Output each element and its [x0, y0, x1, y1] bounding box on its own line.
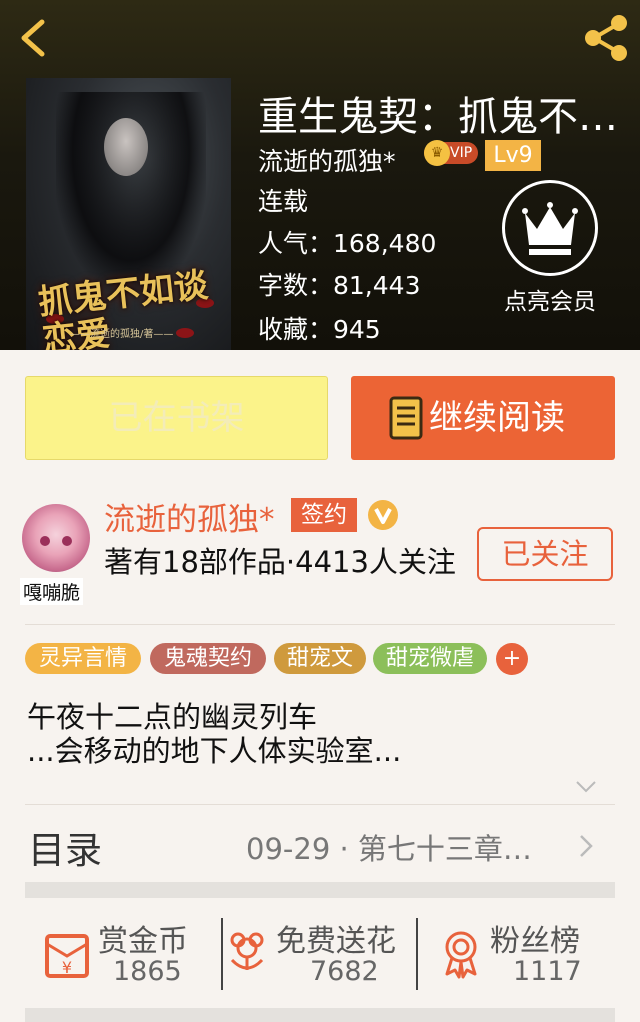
- verified-icon: [368, 500, 398, 530]
- tag-item[interactable]: 鬼魂契约: [150, 643, 266, 674]
- reward-coin-value: 1865: [113, 956, 182, 987]
- book-status: 连载: [258, 187, 309, 216]
- svg-text:¥: ¥: [62, 958, 72, 977]
- divider: [25, 804, 615, 805]
- fan-ranking-value: 1117: [513, 956, 582, 987]
- divider: [416, 918, 418, 990]
- follow-button[interactable]: 已关注: [477, 527, 613, 581]
- tag-item[interactable]: 灵异言情: [25, 643, 141, 674]
- send-flower-label[interactable]: 免费送花: [276, 916, 396, 960]
- crown-icon: ♛: [424, 140, 450, 166]
- section-band: [25, 1008, 615, 1022]
- tag-item[interactable]: 甜宠微虐: [373, 643, 487, 674]
- flower-icon[interactable]: [226, 930, 268, 980]
- share-button[interactable]: [580, 14, 632, 62]
- book-cover[interactable]: 抓鬼不如谈恋爱 ——流逝的孤独/著——: [26, 78, 231, 350]
- book-icon: [389, 396, 423, 440]
- divider: [25, 624, 615, 625]
- send-flower-value: 7682: [310, 956, 379, 987]
- member-label[interactable]: 点亮会员: [490, 282, 610, 316]
- favorites-stat: 收藏：945: [258, 315, 381, 344]
- in-shelf-button[interactable]: 已在书架: [25, 376, 328, 460]
- section-band: [25, 882, 615, 898]
- vip-badge: ♛ VIP: [424, 140, 479, 166]
- coin-envelope-icon[interactable]: ¥: [43, 930, 91, 980]
- latest-chapter[interactable]: 09-29 · 第七十三章…: [246, 826, 532, 868]
- signed-badge: 签约: [291, 498, 357, 532]
- book-description: 午夜十二点的幽灵列车 ...会移动的地下人体实验室...: [27, 700, 402, 768]
- divider: [221, 918, 223, 990]
- fan-ranking-label[interactable]: 粉丝榜: [490, 916, 580, 960]
- author-name[interactable]: 流逝的孤独*: [104, 494, 275, 539]
- popularity-stat: 人气：168,480: [258, 229, 437, 258]
- author-works-info: 著有18部作品·4413人关注: [104, 545, 456, 579]
- reward-coin-label[interactable]: 赏金币: [98, 916, 188, 960]
- word-count-stat: 字数：81,443: [258, 271, 421, 300]
- back-button[interactable]: [14, 16, 54, 60]
- cover-author-art: ——流逝的孤独/著——: [70, 329, 174, 340]
- catalog-label[interactable]: 目录: [28, 820, 102, 874]
- tag-item[interactable]: 甜宠文: [274, 643, 366, 674]
- continue-reading-button[interactable]: 继续阅读: [351, 376, 615, 460]
- chevron-down-icon[interactable]: [575, 780, 597, 794]
- book-title: 重生鬼契：抓鬼不…: [258, 94, 618, 140]
- book-header: 抓鬼不如谈恋爱 ——流逝的孤独/著—— 重生鬼契：抓鬼不… 流逝的孤独* ♛ V…: [0, 0, 640, 350]
- share-icon: [585, 15, 627, 61]
- member-button[interactable]: [502, 180, 598, 276]
- crown-icon: [522, 202, 578, 255]
- book-author[interactable]: 流逝的孤独*: [258, 142, 396, 178]
- chevron-right-icon[interactable]: [578, 833, 594, 859]
- author-avatar[interactable]: [22, 504, 90, 572]
- chevron-left-icon: [21, 19, 45, 57]
- add-tag-button[interactable]: +: [496, 643, 528, 675]
- avatar-caption: 嘎嘣脆: [20, 578, 84, 605]
- medal-icon[interactable]: [440, 930, 482, 980]
- level-badge: Lv9: [485, 140, 541, 171]
